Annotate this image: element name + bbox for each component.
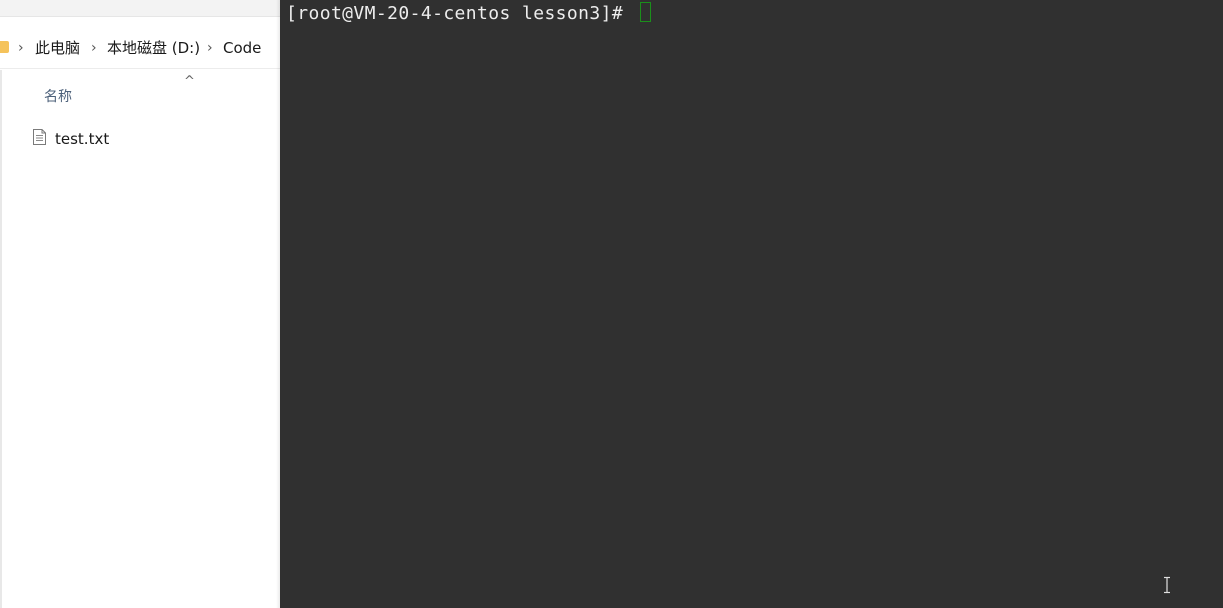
chevron-right-icon[interactable]: ›	[18, 38, 24, 58]
breadcrumb-this-pc[interactable]: 此电脑	[35, 38, 80, 58]
list-item[interactable]: test.txt	[30, 127, 250, 151]
file-name[interactable]: test.txt	[55, 129, 109, 149]
terminal-prompt-line[interactable]: [root@VM-20-4-centos lesson3]#	[286, 2, 652, 24]
breadcrumb-code[interactable]: Code	[223, 38, 261, 58]
terminal-window[interactable]: [root@VM-20-4-centos lesson3]#	[280, 0, 1223, 608]
address-bar[interactable]: › 此电脑 › 本地磁盘 (D:) › Code	[0, 28, 280, 69]
file-explorer-window: › 此电脑 › 本地磁盘 (D:) › Code ^ 名称 test.txt	[0, 0, 280, 608]
breadcrumb-local-disk[interactable]: 本地磁盘 (D:)	[107, 38, 200, 58]
navigation-pane-divider	[0, 70, 2, 608]
column-header-name[interactable]: 名称	[44, 88, 72, 106]
explorer-toolbar-strip	[0, 0, 280, 17]
shell-prompt: [root@VM-20-4-centos lesson3]#	[286, 3, 635, 24]
folder-icon	[0, 41, 9, 53]
chevron-right-icon[interactable]: ›	[207, 38, 213, 58]
mouse-ibeam-cursor-icon	[1164, 576, 1170, 594]
text-cursor	[640, 2, 652, 22]
chevron-right-icon[interactable]: ›	[91, 38, 97, 58]
text-file-icon	[33, 129, 46, 145]
sort-ascending-icon[interactable]: ^	[184, 74, 195, 89]
